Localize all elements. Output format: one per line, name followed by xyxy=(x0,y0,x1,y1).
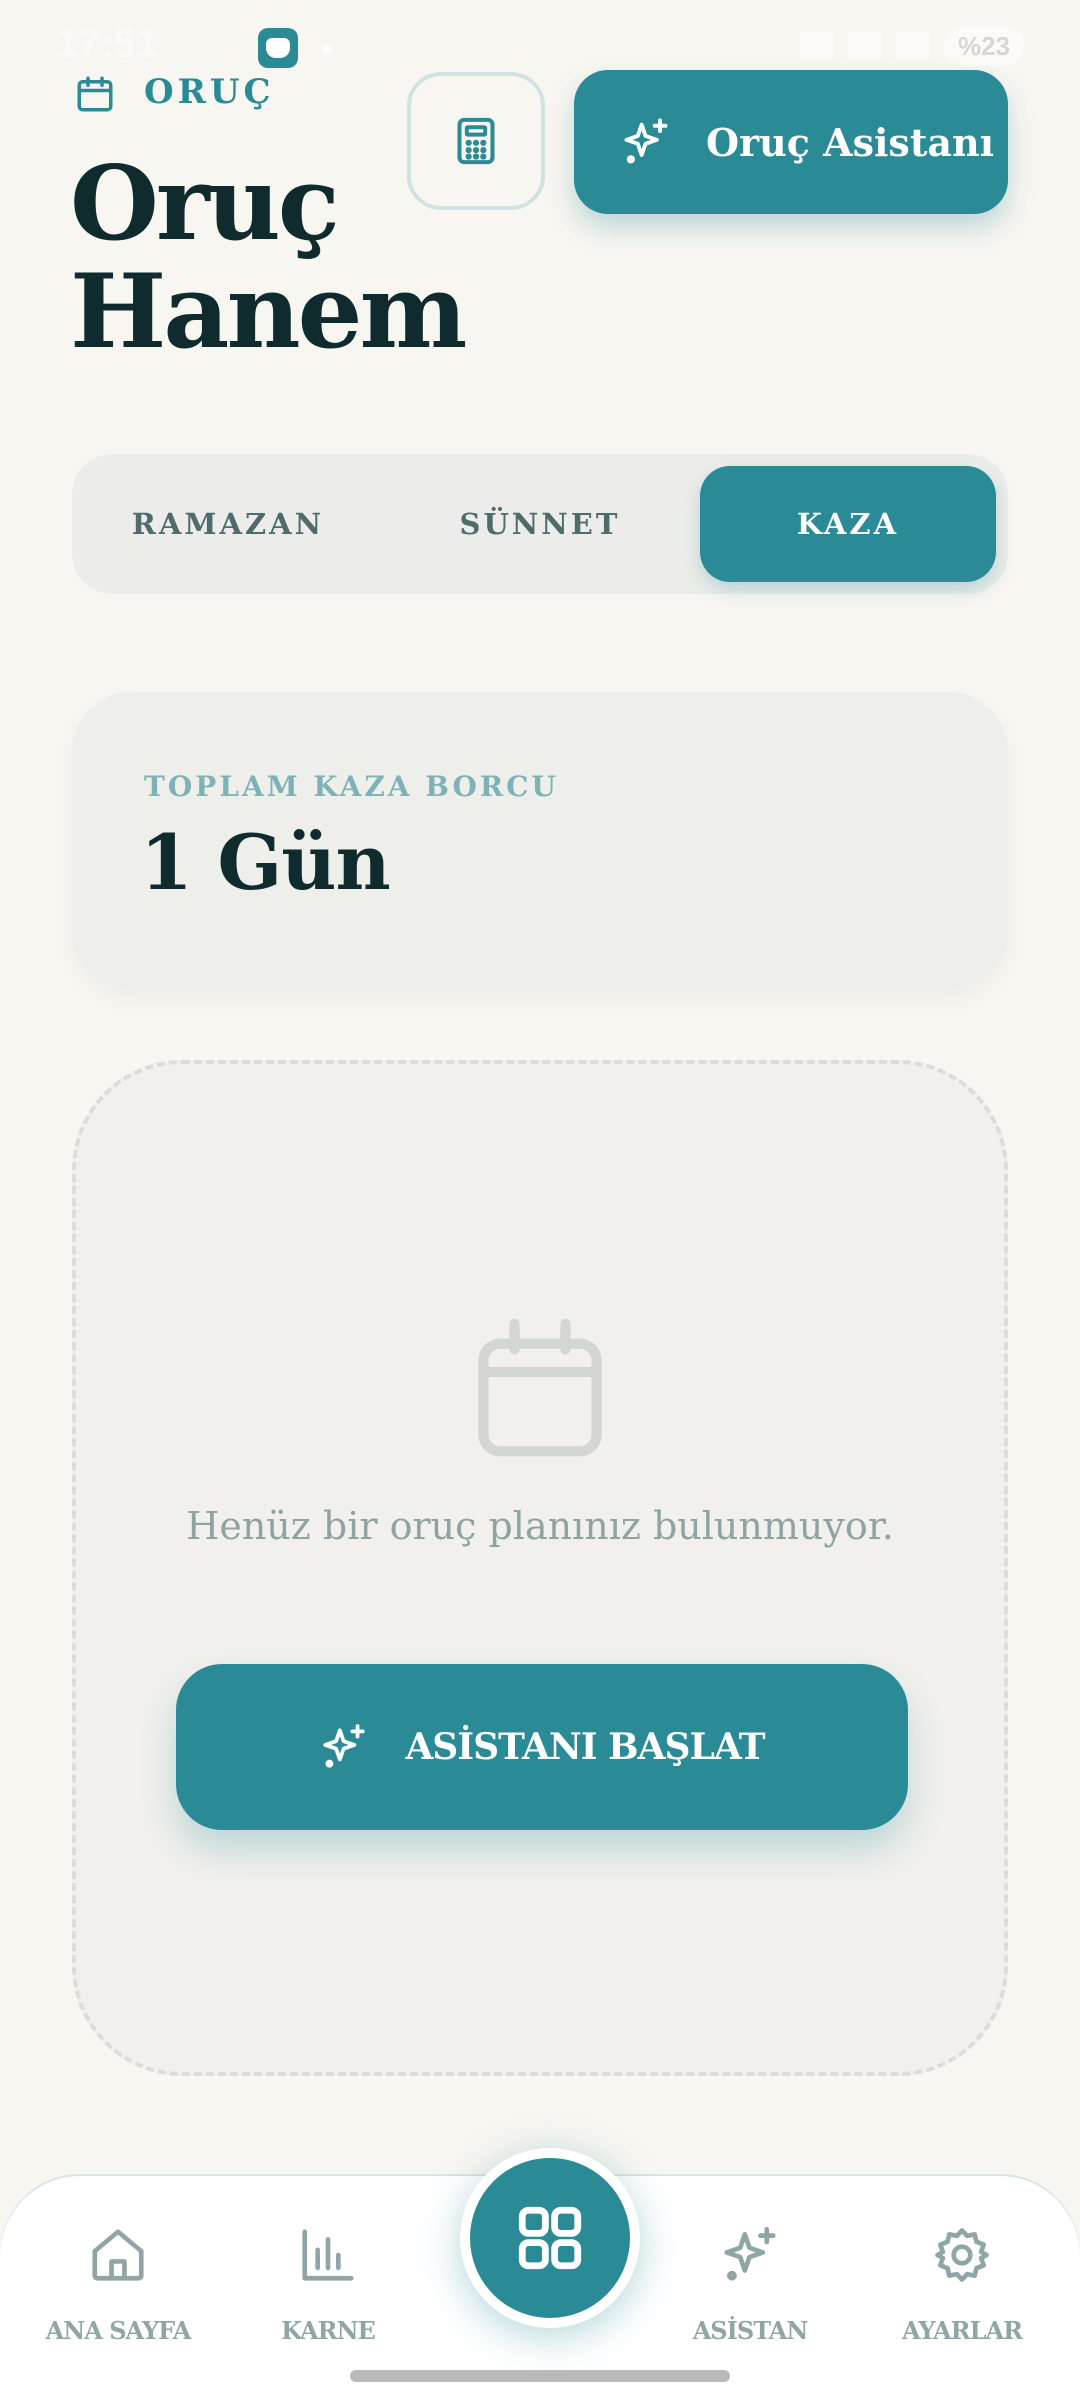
debt-summary-card: TOPLAM KAZA BORCU 1 Gün xyxy=(72,692,1008,990)
start-assistant-button[interactable]: ASİSTANI BAŞLAT xyxy=(176,1664,908,1830)
nav-item-home[interactable]: ANA SAYFA xyxy=(18,2224,218,2345)
bar-chart-icon xyxy=(302,2229,354,2281)
nav-label-ayarlar: AYARLAR xyxy=(901,2316,1023,2345)
signal-icon xyxy=(895,32,930,60)
tab-sunnet[interactable]: SÜNNET xyxy=(396,466,684,582)
app-notification-icon xyxy=(258,28,298,68)
nav-center-grid-button[interactable] xyxy=(460,2148,640,2328)
calculator-icon xyxy=(457,117,495,165)
debt-label: TOPLAM KAZA BORCU xyxy=(144,770,559,803)
battery-indicator: %23 xyxy=(943,26,1024,66)
start-assistant-label: ASİSTANI BAŞLAT xyxy=(405,1726,765,1768)
notification-dot-icon xyxy=(322,44,332,54)
page-title-line2: Hanem xyxy=(70,252,467,372)
sparkles-icon xyxy=(323,1724,365,1768)
status-icons: %23 xyxy=(799,26,1024,66)
tab-ramazan[interactable]: RAMAZAN xyxy=(84,466,372,582)
home-indicator[interactable] xyxy=(350,2370,730,2382)
calculator-button[interactable] xyxy=(407,72,545,210)
tab-kaza[interactable]: KAZA xyxy=(700,466,996,582)
empty-plan-message: Henüz bir oruç planınız bulunmuyor. xyxy=(186,1504,894,1548)
section-label: ORUÇ xyxy=(144,72,275,112)
grid-icon xyxy=(518,2206,582,2270)
nav-item-karne[interactable]: KARNE xyxy=(228,2224,428,2345)
home-icon xyxy=(92,2229,144,2281)
gear-icon xyxy=(935,2228,989,2282)
calendar-icon xyxy=(478,1318,602,1457)
nav-label-asistan: ASİSTAN xyxy=(692,2316,809,2345)
assistant-button[interactable]: Oruç Asistanı xyxy=(574,70,1008,214)
sparkles-icon xyxy=(624,118,668,164)
fasting-type-tabs: RAMAZAN SÜNNET KAZA xyxy=(72,454,1008,594)
nav-item-asistan[interactable]: ASİSTAN xyxy=(650,2224,850,2345)
calendar-icon xyxy=(77,76,113,112)
nav-label-karne: KARNE xyxy=(281,2316,376,2345)
nav-label-home: ANA SAYFA xyxy=(45,2316,192,2345)
status-time: 17:51 xyxy=(56,22,159,66)
debt-value: 1 Gün xyxy=(140,818,391,907)
nav-item-ayarlar[interactable]: AYARLAR xyxy=(862,2224,1062,2345)
assistant-button-label: Oruç Asistanı xyxy=(706,119,995,165)
vpn-key-icon xyxy=(799,32,834,60)
wifi-icon xyxy=(847,32,882,60)
sparkles-icon xyxy=(724,2226,776,2281)
empty-plan-card: Henüz bir oruç planınız bulunmuyor. ASİS… xyxy=(72,1060,1008,2076)
